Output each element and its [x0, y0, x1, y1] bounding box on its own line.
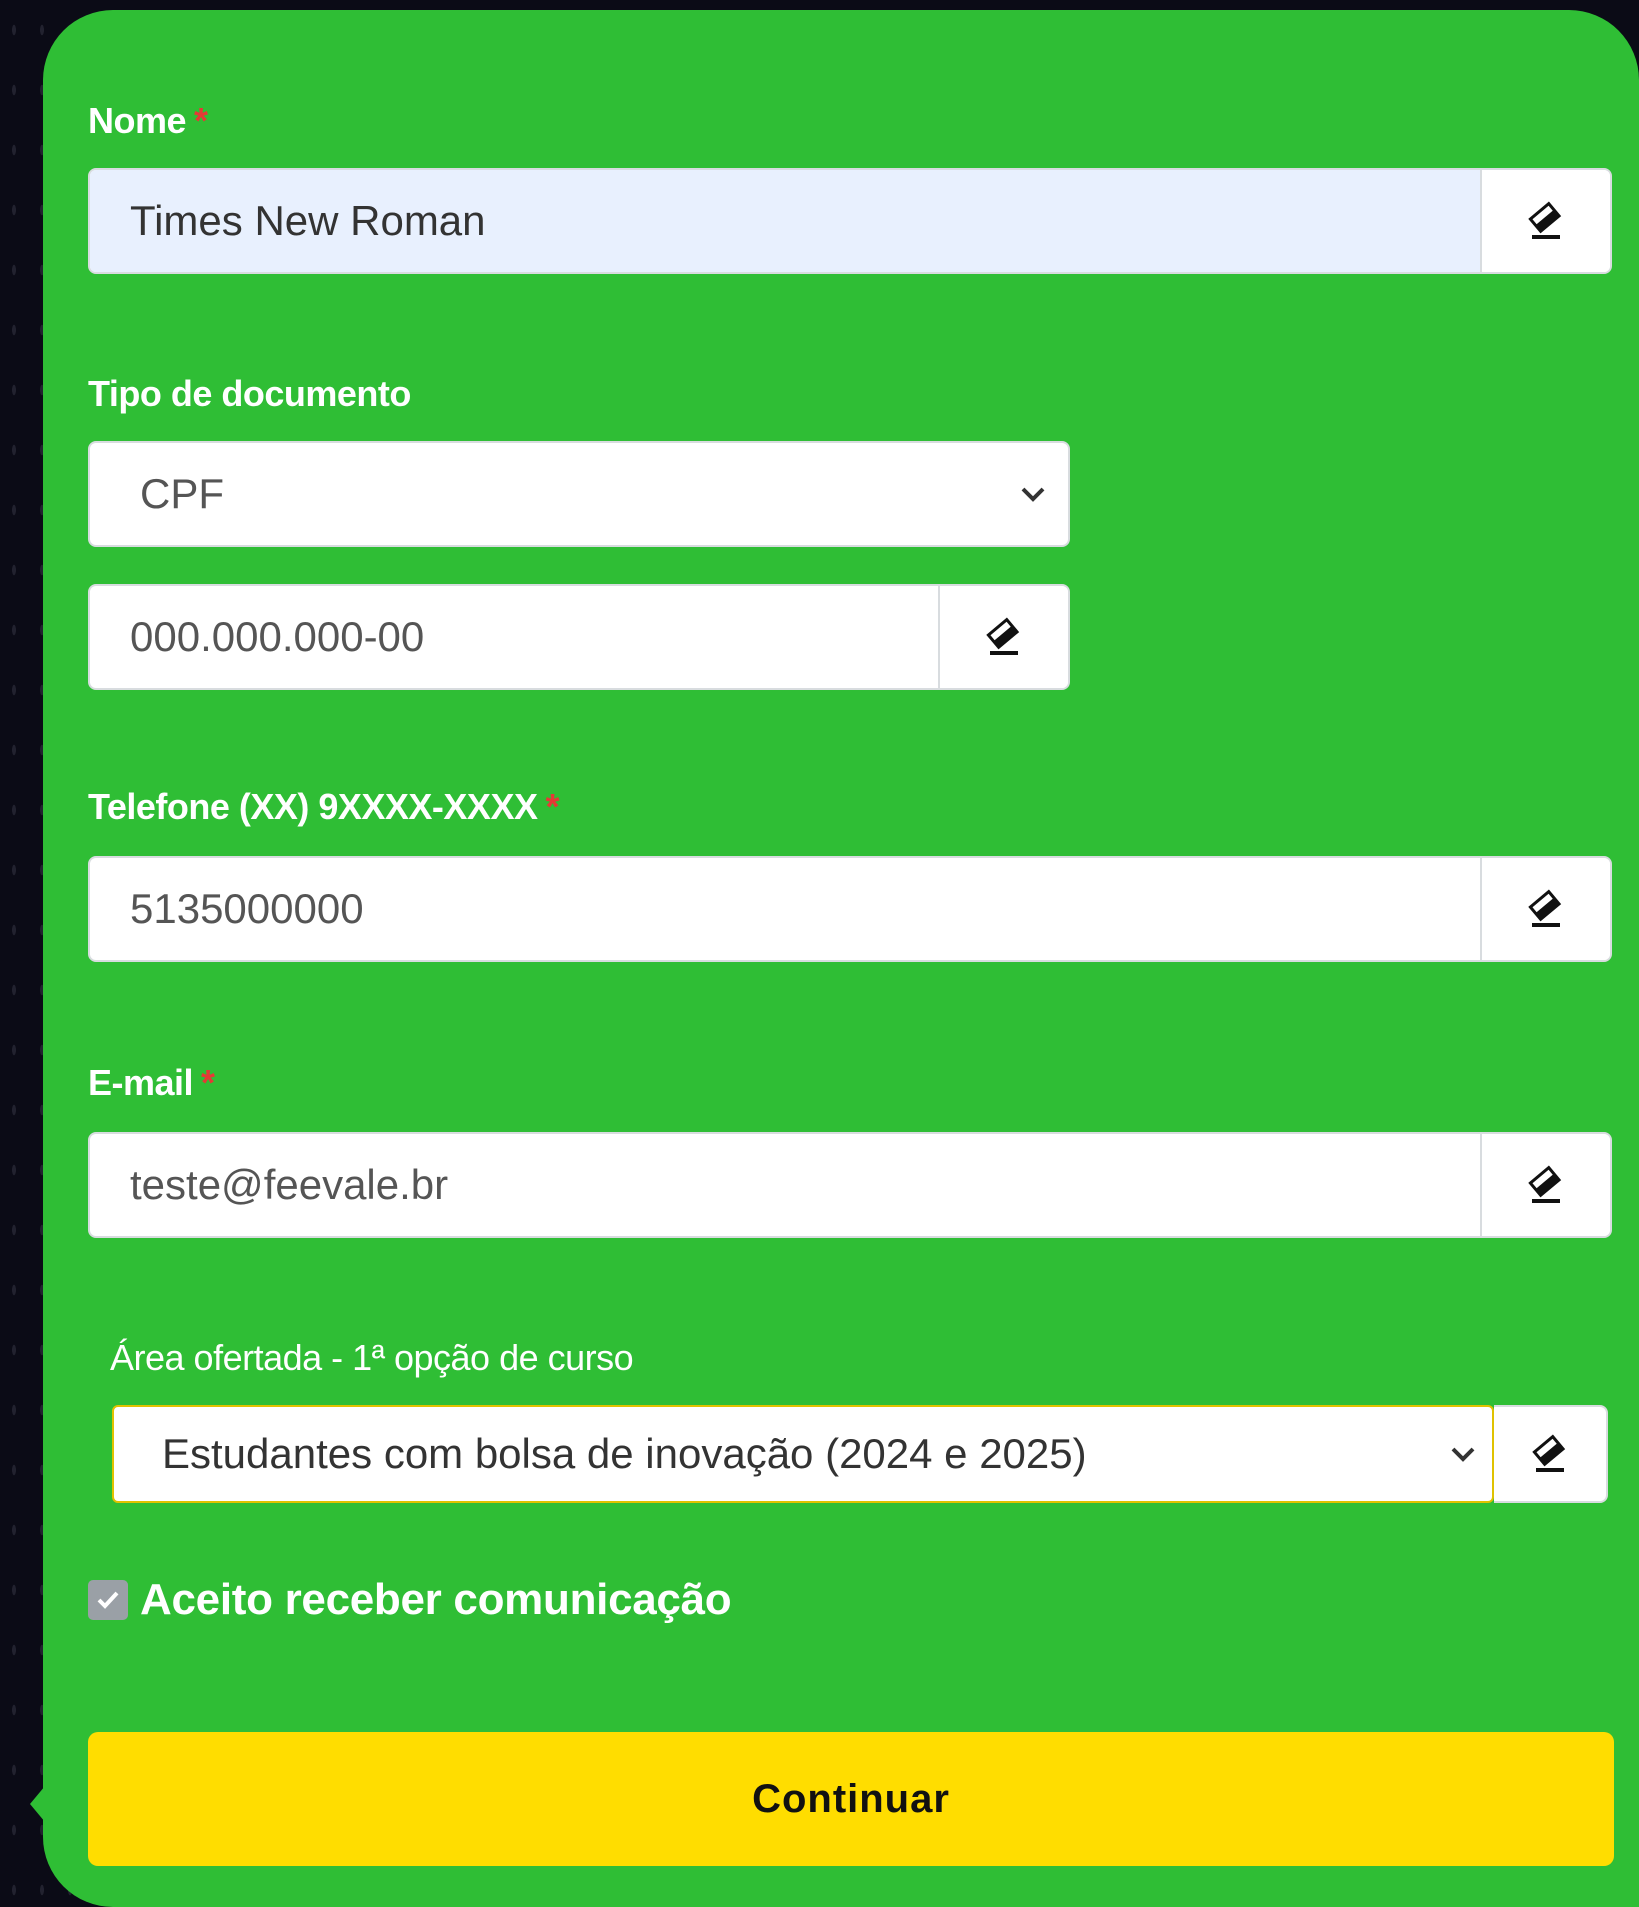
documento-label-text: Tipo de documento	[88, 373, 411, 414]
required-mark: *	[201, 1062, 215, 1103]
clear-nome-button[interactable]	[1480, 170, 1610, 272]
clear-document-button[interactable]	[938, 586, 1068, 688]
required-mark: *	[194, 100, 208, 141]
telefone-input[interactable]: 5135000000	[90, 858, 1480, 960]
email-label: E-mail *	[88, 1062, 215, 1104]
eraser-icon	[986, 617, 1020, 655]
continue-button[interactable]: Continuar	[88, 1732, 1614, 1866]
document-number-field: 000.000.000-00	[88, 584, 1070, 690]
email-field: teste@feevale.br	[88, 1132, 1612, 1238]
consent-checkbox[interactable]	[88, 1580, 128, 1620]
required-mark: *	[545, 786, 559, 827]
telefone-field: 5135000000	[88, 856, 1612, 962]
chevron-down-icon	[1448, 1439, 1478, 1469]
area-label: Área ofertada - 1ª opção de curso	[110, 1337, 634, 1378]
eraser-icon	[1532, 1434, 1566, 1472]
nome-label: Nome *	[88, 100, 208, 142]
telefone-label-text: Telefone (XX) 9XXXX-XXXX	[88, 786, 538, 827]
telefone-label: Telefone (XX) 9XXXX-XXXX *	[88, 786, 559, 828]
nome-label-text: Nome	[88, 100, 187, 141]
documento-label: Tipo de documento	[88, 373, 411, 415]
email-input[interactable]: teste@feevale.br	[90, 1134, 1480, 1236]
document-type-value: CPF	[140, 470, 224, 517]
clear-area-button[interactable]	[1494, 1405, 1608, 1503]
clear-telefone-button[interactable]	[1480, 858, 1610, 960]
nome-input[interactable]: Times New Roman	[90, 170, 1480, 272]
email-label-text: E-mail	[88, 1062, 194, 1103]
chevron-down-icon	[1018, 479, 1048, 509]
area-select-value: Estudantes com bolsa de inovação (2024 e…	[162, 1430, 1087, 1477]
area-select[interactable]: Estudantes com bolsa de inovação (2024 e…	[112, 1405, 1494, 1503]
eraser-icon	[1528, 889, 1562, 927]
nome-field: Times New Roman	[88, 168, 1612, 274]
document-number-input[interactable]: 000.000.000-00	[90, 586, 938, 688]
clear-email-button[interactable]	[1480, 1134, 1610, 1236]
consent-label[interactable]: Aceito receber comunicação	[140, 1575, 732, 1625]
eraser-icon	[1528, 201, 1562, 239]
consent-row: Aceito receber comunicação	[88, 1575, 732, 1625]
document-type-select[interactable]: CPF	[88, 441, 1070, 547]
eraser-icon	[1528, 1165, 1562, 1203]
checkmark-icon	[97, 1591, 119, 1609]
